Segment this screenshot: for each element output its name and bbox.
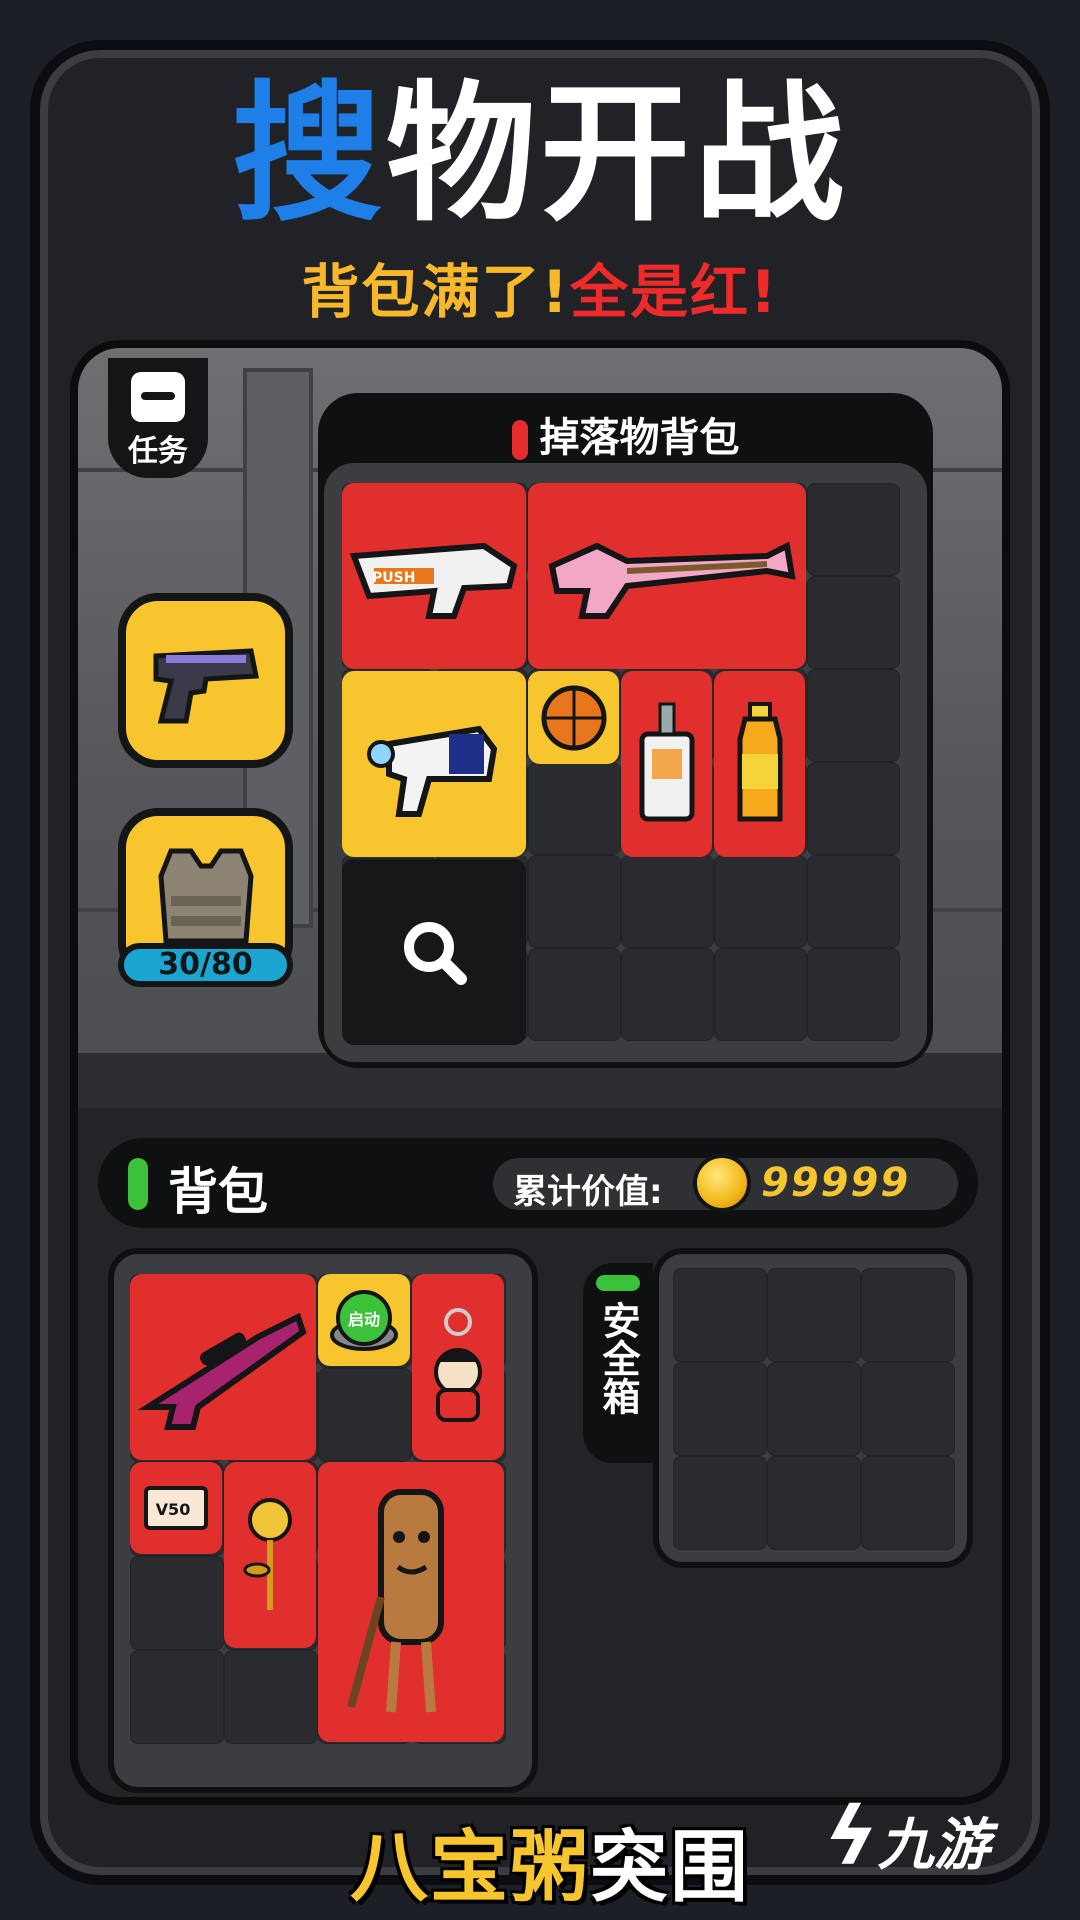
- loot-bag-title: 掉落物背包: [318, 405, 933, 463]
- total-value-box: 累计价值: 99999: [493, 1154, 958, 1212]
- coin-icon: [693, 1154, 751, 1212]
- subline-part1: 背包满了!: [301, 258, 570, 326]
- id-badge-icon: [639, 702, 694, 822]
- grid-cell[interactable]: [807, 762, 900, 855]
- game-logo: 八宝粥突围: [340, 1805, 760, 1913]
- grid-cell[interactable]: [130, 1556, 224, 1650]
- start-button-label: 启动: [348, 1310, 380, 1329]
- grid-cell[interactable]: [861, 1362, 955, 1456]
- grid-cell[interactable]: [807, 576, 900, 669]
- safe-box-grid: [673, 1268, 955, 1550]
- grid-cell[interactable]: [807, 483, 900, 576]
- grid-cell[interactable]: [528, 855, 621, 948]
- grid-cell[interactable]: [673, 1268, 767, 1362]
- green-button-icon: 启动: [330, 1290, 398, 1351]
- header-pill: [128, 1158, 148, 1210]
- sniper-rifle-icon: [138, 1312, 307, 1430]
- ray-gun-icon: [367, 725, 498, 817]
- id-badge-item[interactable]: [621, 671, 712, 857]
- grid-cell[interactable]: [714, 948, 807, 1041]
- rose-icon: [243, 1498, 292, 1610]
- title-pill: [511, 420, 528, 460]
- task-icon: [131, 372, 185, 422]
- grid-cell[interactable]: [318, 1368, 412, 1462]
- grid-cell[interactable]: [528, 762, 621, 855]
- search-icon: [404, 922, 467, 985]
- smg-item[interactable]: PUSH: [342, 483, 526, 669]
- start-button-item[interactable]: 启动: [318, 1274, 410, 1366]
- voucher-item[interactable]: V50: [130, 1462, 222, 1554]
- safe-box-pill: [596, 1275, 640, 1291]
- grid-cell[interactable]: [130, 1650, 224, 1744]
- total-value-label: 累计价值:: [513, 1172, 663, 1212]
- backpack-header: 背包 累计价值: 99999: [98, 1138, 978, 1228]
- game-screen: 任务 30/80 掉落物背包 PUSH 背包 累计价值: 99999 启动 V5…: [70, 340, 1010, 1805]
- total-value: 99999: [761, 1160, 911, 1206]
- guitar-gun-item[interactable]: [528, 483, 806, 669]
- grid-cell[interactable]: [807, 948, 900, 1041]
- task-button[interactable]: 任务: [108, 358, 208, 478]
- subline: 背包满了!全是红!: [0, 245, 1080, 329]
- headline: 搜物开战: [0, 80, 1080, 230]
- push-label: PUSH: [372, 570, 415, 586]
- grid-cell[interactable]: [807, 669, 900, 762]
- grid-cell[interactable]: [767, 1268, 861, 1362]
- sniper-rifle-item[interactable]: [130, 1274, 316, 1460]
- smg-icon: PUSH: [349, 542, 518, 619]
- voucher-icon: V50: [144, 1486, 208, 1530]
- drink-bottle-item[interactable]: [714, 671, 805, 857]
- guitar-gun-icon: [548, 541, 796, 619]
- loot-bag-panel: 掉落物背包 PUSH: [318, 393, 933, 1068]
- grid-cell[interactable]: [861, 1268, 955, 1362]
- grid-cell[interactable]: [861, 1456, 955, 1550]
- safe-box-label: 安全箱: [596, 1301, 640, 1415]
- watermark-logo-icon: ϟ: [825, 1790, 878, 1883]
- grid-cell[interactable]: [714, 855, 807, 948]
- ray-gun-item[interactable]: [342, 671, 526, 857]
- grid-cell[interactable]: [621, 855, 714, 948]
- basketball-item[interactable]: [528, 671, 619, 764]
- capacity-badge: 30/80: [118, 943, 293, 987]
- search-slot[interactable]: [342, 859, 526, 1045]
- backpack-grid-frame: 启动 V50: [108, 1248, 538, 1793]
- grid-cell[interactable]: [673, 1456, 767, 1550]
- grid-cell[interactable]: [673, 1362, 767, 1456]
- site-watermark: ϟ九游: [825, 1790, 1045, 1890]
- grid-cell[interactable]: [528, 948, 621, 1041]
- subline-part2: 全是红!: [570, 258, 779, 326]
- weapon-slot[interactable]: [118, 593, 293, 768]
- watermark-text: 九游: [877, 1813, 990, 1878]
- game-logo-yellow: 八宝粥: [349, 1823, 590, 1913]
- grid-cell[interactable]: [767, 1456, 861, 1550]
- headline-blue-char: 搜: [231, 68, 386, 242]
- headline-rest: 物开战: [386, 68, 849, 242]
- golden-rose-item[interactable]: [224, 1462, 316, 1648]
- grid-cell[interactable]: [767, 1362, 861, 1456]
- wooden-figure-icon: [347, 1489, 444, 1713]
- pistol-icon: [126, 601, 285, 760]
- loot-grid-frame: PUSH: [324, 463, 927, 1062]
- grid-cell[interactable]: [224, 1650, 318, 1744]
- keychain-doll-icon: [434, 1308, 482, 1422]
- game-logo-white: 突围: [590, 1823, 751, 1913]
- task-label: 任务: [128, 434, 188, 469]
- keychain-doll-item[interactable]: [412, 1274, 504, 1460]
- loot-bag-title-text: 掉落物背包: [539, 415, 740, 461]
- grid-cell[interactable]: [807, 855, 900, 948]
- voucher-label: V50: [156, 1500, 191, 1519]
- backpack-title: 背包: [168, 1163, 268, 1221]
- grid-cell[interactable]: [621, 948, 714, 1041]
- basketball-icon: [541, 685, 606, 750]
- safe-box-tab: 安全箱: [583, 1263, 653, 1463]
- safe-box-grid-frame: [653, 1248, 973, 1568]
- wooden-figure-item[interactable]: [318, 1462, 504, 1742]
- drink-bottle-icon: [737, 702, 782, 822]
